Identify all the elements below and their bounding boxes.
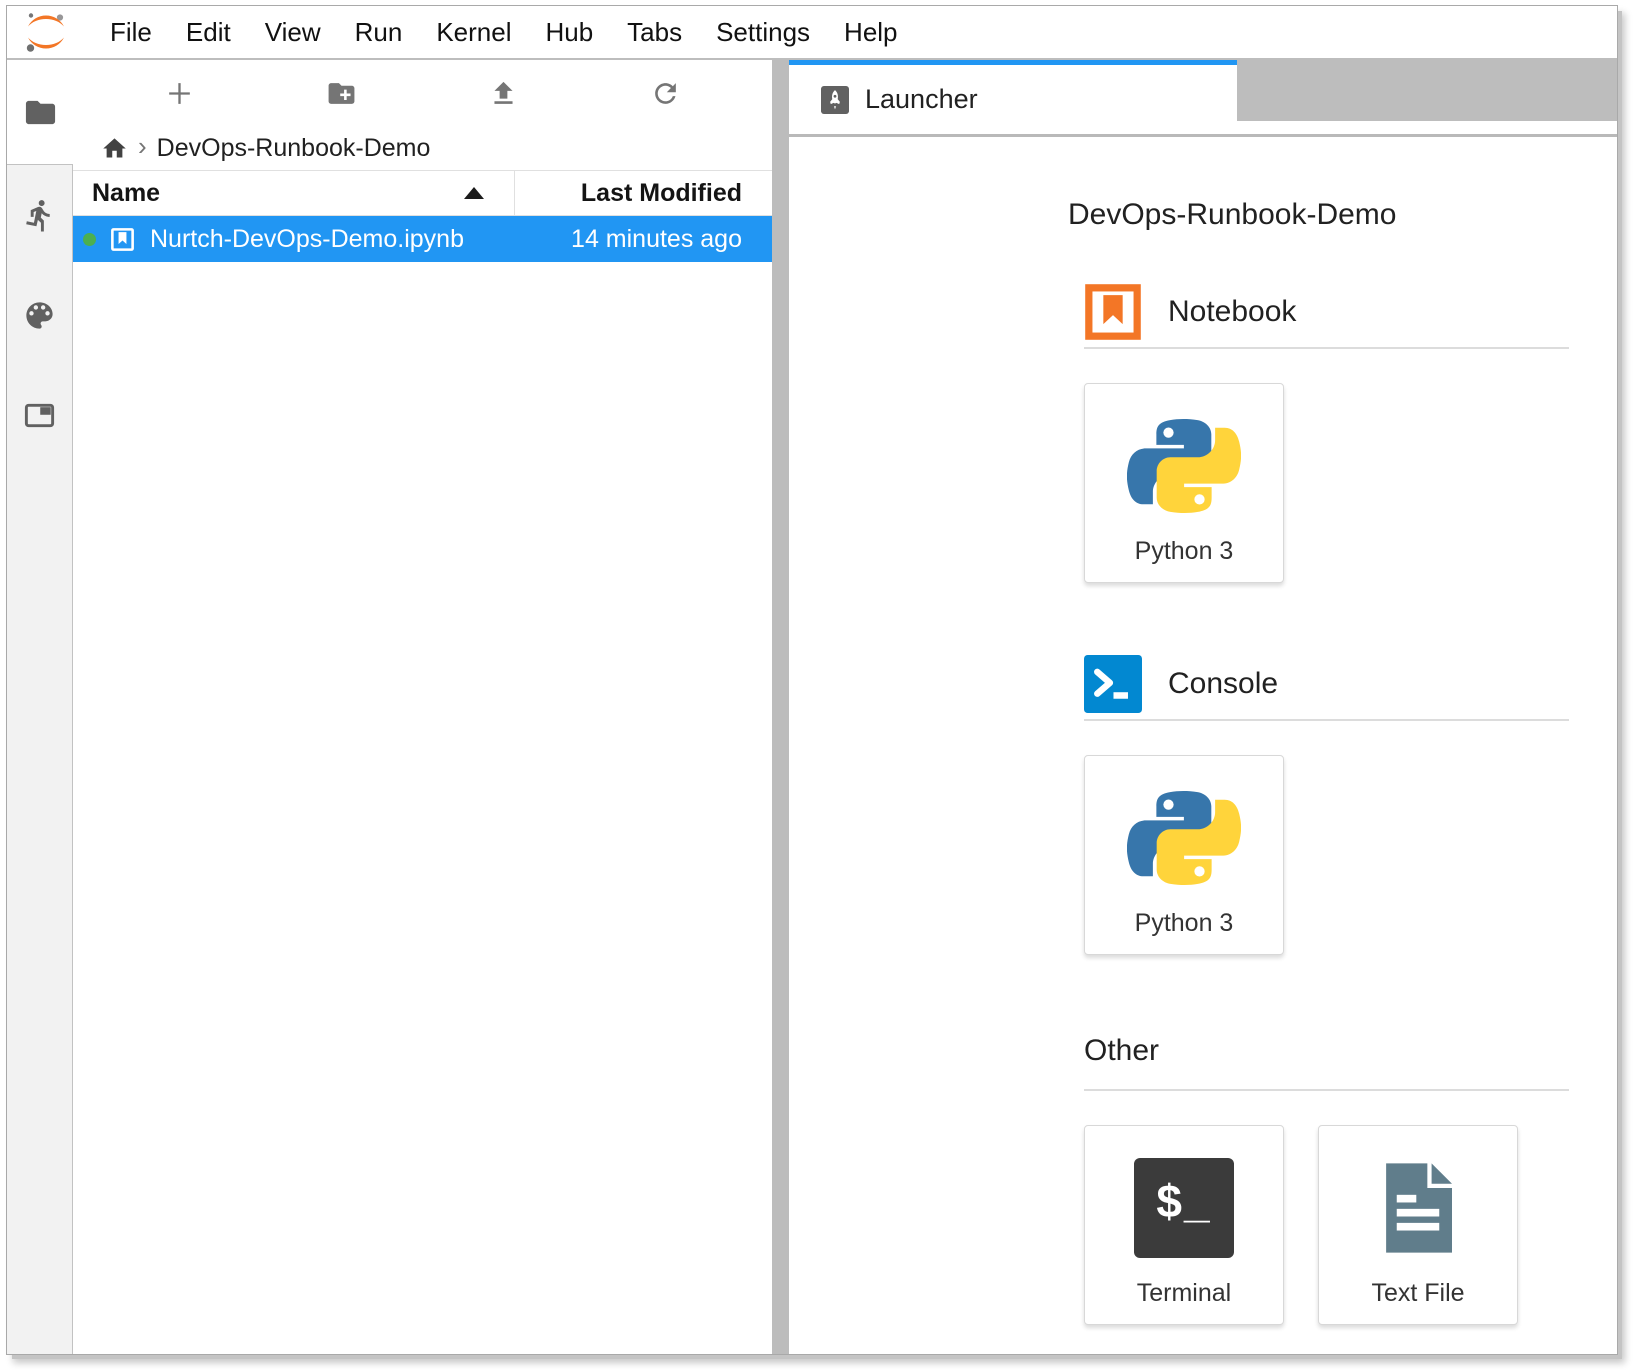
file-row-selected[interactable]: Nurtch-DevOps-Demo.ipynb 14 minutes ago <box>73 216 772 262</box>
breadcrumb-current-folder[interactable]: DevOps-Runbook-Demo <box>157 134 431 163</box>
sidebar-item-command-palette[interactable] <box>7 265 72 365</box>
column-name-label: Name <box>92 179 160 208</box>
menu-item-file[interactable]: File <box>93 6 169 58</box>
card-label: Terminal <box>1085 1279 1283 1308</box>
menu-item-settings[interactable]: Settings <box>699 6 827 58</box>
left-sidebar <box>7 60 73 1354</box>
file-browser-toolbar <box>73 60 772 126</box>
notebook-icon <box>1084 283 1142 341</box>
text-file-icon <box>1367 1157 1469 1259</box>
launcher-section-console: Console <box>1084 655 1569 955</box>
column-header-name[interactable]: Name <box>73 171 515 215</box>
file-name: Nurtch-DevOps-Demo.ipynb <box>150 225 464 254</box>
menu-item-edit[interactable]: Edit <box>169 6 248 58</box>
home-icon[interactable] <box>101 135 128 162</box>
main-dock-panel: Launcher DevOps-Runbook-Demo Notebook <box>789 60 1617 1354</box>
card-label: Python 3 <box>1085 909 1283 938</box>
sidebar-item-running-sessions[interactable] <box>7 165 72 265</box>
folder-icon <box>23 95 58 130</box>
launcher-card-terminal[interactable]: $_ Terminal <box>1084 1125 1284 1325</box>
column-header-last-modified[interactable]: Last Modified <box>515 179 772 208</box>
card-label: Text File <box>1319 1279 1517 1308</box>
menu-item-kernel[interactable]: Kernel <box>419 6 528 58</box>
file-browser-panel: › DevOps-Runbook-Demo Name Last Modified <box>73 60 772 1354</box>
tab-launcher[interactable]: Launcher <box>789 60 1237 134</box>
menu-item-run[interactable]: Run <box>338 6 420 58</box>
upload-icon <box>488 78 519 109</box>
jupyterlab-window: File Edit View Run Kernel Hub Tabs Setti… <box>6 5 1618 1355</box>
tabs-icon <box>22 398 57 433</box>
refresh-icon <box>650 78 681 109</box>
new-launcher-button[interactable] <box>158 71 202 115</box>
panel-splitter[interactable] <box>772 60 789 1354</box>
terminal-icon: $_ <box>1134 1158 1234 1258</box>
new-folder-button[interactable] <box>320 71 364 115</box>
console-icon <box>1084 655 1142 713</box>
terminal-prompt-glyph: $_ <box>1156 1178 1211 1224</box>
sort-ascending-caret-icon <box>464 187 484 199</box>
breadcrumb: › DevOps-Runbook-Demo <box>73 126 772 170</box>
app-body: › DevOps-Runbook-Demo Name Last Modified <box>7 60 1617 1354</box>
file-list-header: Name Last Modified <box>73 170 772 216</box>
sidebar-item-open-tabs[interactable] <box>7 365 72 465</box>
menu-item-tabs[interactable]: Tabs <box>610 6 699 58</box>
dock-tab-bar: Launcher <box>789 60 1617 134</box>
launcher-panel: DevOps-Runbook-Demo Notebook <box>789 134 1617 1354</box>
refresh-button[interactable] <box>643 71 687 115</box>
upload-button[interactable] <box>481 71 525 115</box>
launcher-section-other: Other $_ Terminal <box>1084 1031 1569 1325</box>
tab-launcher-label: Launcher <box>865 84 978 115</box>
section-console-label: Console <box>1168 664 1278 704</box>
notebook-file-icon <box>109 226 136 253</box>
menu-item-view[interactable]: View <box>248 6 338 58</box>
palette-icon <box>22 298 57 333</box>
python-logo-icon <box>1127 409 1241 523</box>
new-folder-icon <box>326 78 357 109</box>
card-label: Python 3 <box>1085 537 1283 566</box>
file-last-modified: 14 minutes ago <box>571 225 772 254</box>
menubar: File Edit View Run Kernel Hub Tabs Setti… <box>7 6 1617 60</box>
launcher-rocket-icon <box>821 86 849 114</box>
section-other-label: Other <box>1084 1031 1159 1071</box>
column-modified-label: Last Modified <box>581 179 742 207</box>
launcher-card-notebook-python3[interactable]: Python 3 <box>1084 383 1284 583</box>
section-divider <box>1084 1089 1569 1091</box>
menu-item-help[interactable]: Help <box>827 6 914 58</box>
breadcrumb-separator: › <box>138 131 147 162</box>
sidebar-item-file-browser[interactable] <box>7 60 73 165</box>
new-launcher-plus-icon <box>164 78 195 109</box>
running-man-icon <box>22 198 57 233</box>
launcher-cwd-title: DevOps-Runbook-Demo <box>1068 195 1617 235</box>
section-divider <box>1084 347 1569 349</box>
launcher-card-text-file[interactable]: Text File <box>1318 1125 1518 1325</box>
launcher-card-console-python3[interactable]: Python 3 <box>1084 755 1284 955</box>
menu-item-hub[interactable]: Hub <box>528 6 610 58</box>
python-logo-icon <box>1127 781 1241 895</box>
launcher-section-notebook: Notebook <box>1084 283 1569 583</box>
section-divider <box>1084 719 1569 721</box>
kernel-running-dot <box>83 233 96 246</box>
jupyter-logo <box>21 10 71 54</box>
section-notebook-label: Notebook <box>1168 292 1296 332</box>
